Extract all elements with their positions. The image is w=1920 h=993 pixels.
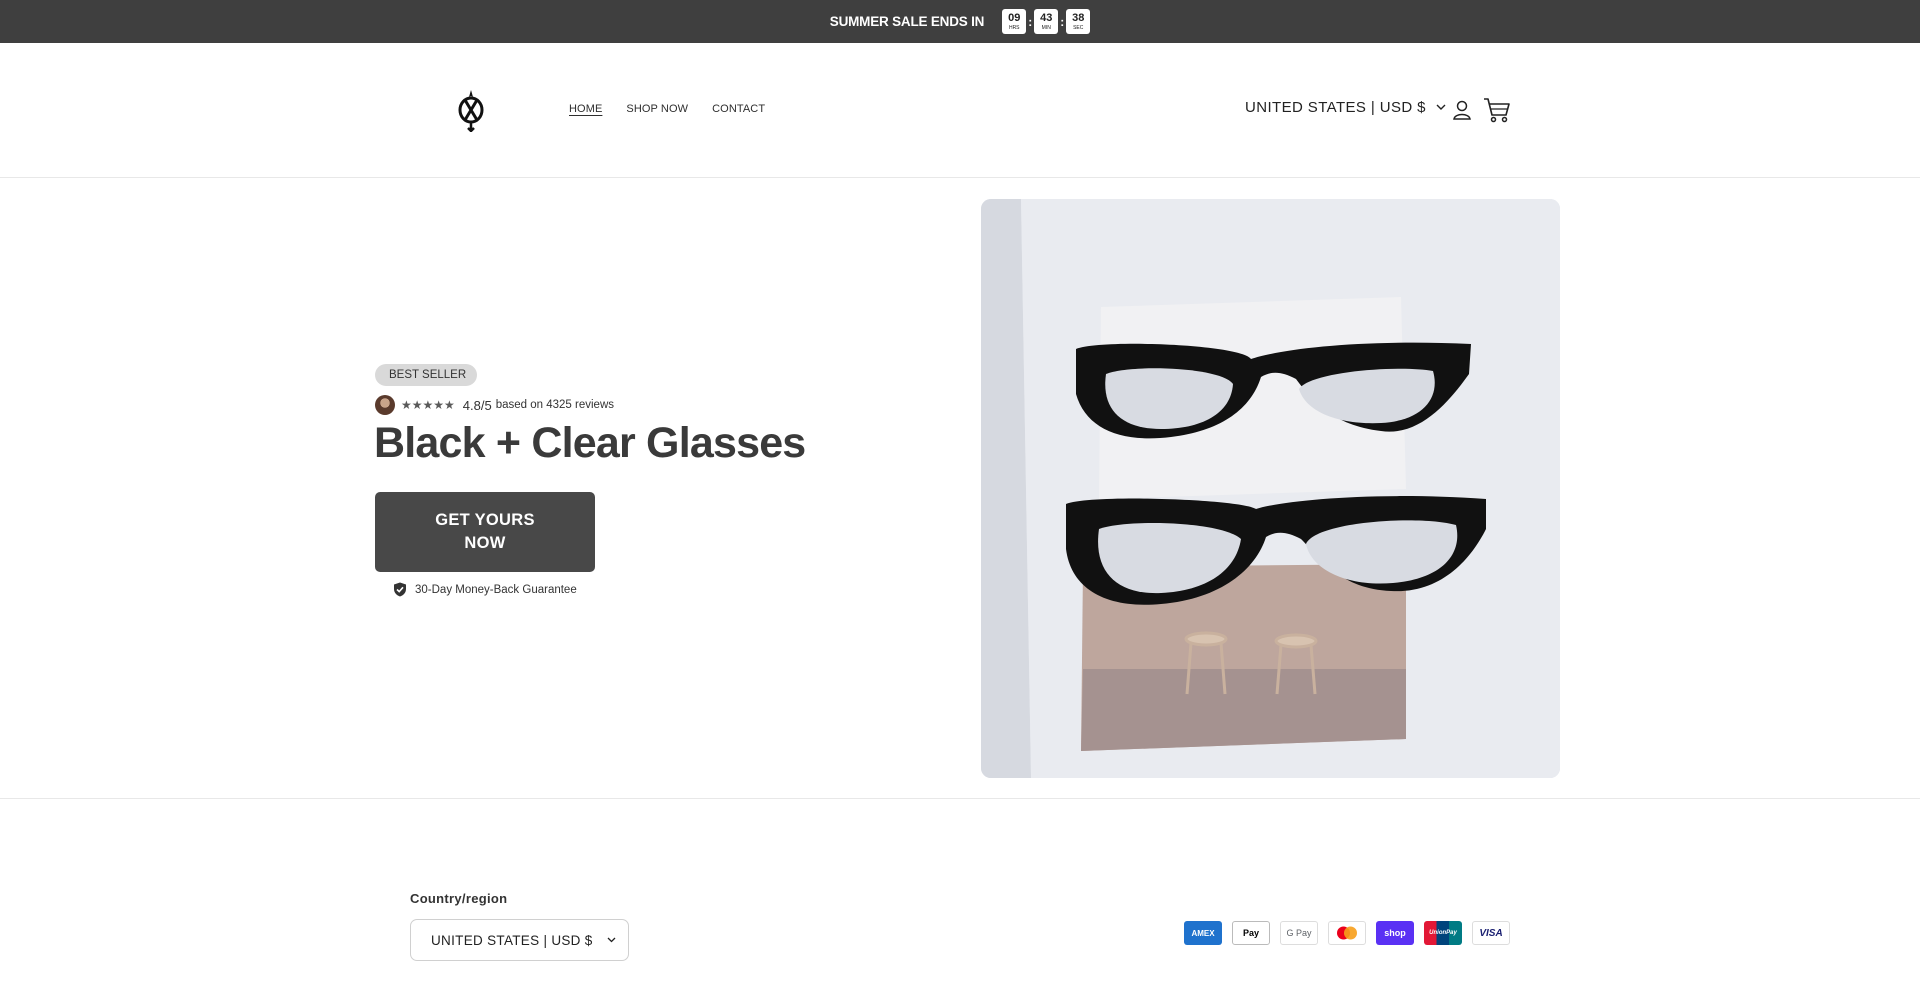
chevron-down-icon: [607, 937, 616, 943]
rating-stars: ★★★★★: [401, 398, 455, 412]
timer-seconds-value: 38: [1072, 11, 1085, 24]
account-icon[interactable]: [1452, 99, 1472, 121]
rating-row: ★★★★★ 4.8/5 based on 4325 reviews: [375, 395, 614, 415]
timer-hours-value: 09: [1008, 11, 1021, 24]
country-region-value: UNITED STATES | USD $: [431, 932, 593, 948]
timer-hours-unit: HRS: [1008, 24, 1020, 31]
brand-logo[interactable]: [455, 88, 487, 132]
best-seller-badge: BEST SELLER: [375, 364, 478, 386]
product-title: Black + Clear Glasses: [374, 419, 806, 467]
timer-minutes-unit: MIN: [1041, 24, 1051, 31]
reviewer-avatar: [375, 395, 395, 415]
locale-selector[interactable]: UNITED STATES | USD $: [1245, 99, 1446, 116]
shop-pay-icon: shop: [1376, 921, 1414, 945]
timer-seconds-unit: SEC: [1073, 24, 1084, 31]
timer-minutes: 43 MIN: [1034, 9, 1059, 34]
review-count: based on 4325 reviews: [495, 399, 614, 411]
nav-home[interactable]: HOME: [569, 103, 602, 115]
get-yours-now-button[interactable]: GET YOURS NOW: [375, 492, 595, 572]
guarantee-note: 30-Day Money-Back Guarantee: [393, 582, 577, 597]
rating-score: 4.8/5: [462, 397, 492, 413]
mastercard-icon: [1328, 921, 1366, 945]
nav-contact[interactable]: CONTACT: [712, 103, 765, 115]
timer-separator: :: [1028, 14, 1033, 29]
timer-seconds: 38 SEC: [1066, 9, 1091, 34]
country-region-label: Country/region: [410, 891, 508, 906]
guarantee-text: 30-Day Money-Back Guarantee: [415, 583, 577, 596]
product-image: [981, 199, 1560, 778]
main-nav: HOME SHOP NOW CONTACT: [569, 103, 765, 115]
badge-label: BEST SELLER: [389, 369, 467, 381]
cart-icon[interactable]: [1483, 97, 1511, 123]
amex-icon: AMEX: [1184, 921, 1222, 945]
cta-line-2: NOW: [464, 534, 506, 552]
country-region-select[interactable]: UNITED STATES | USD $: [410, 919, 629, 961]
announcement-bar: SUMMER SALE ENDS IN 09 HRS : 43 MIN : 38…: [0, 0, 1920, 43]
chevron-down-icon: [1436, 104, 1446, 110]
shield-check-icon: [394, 582, 406, 597]
site-header: HOME SHOP NOW CONTACT UNITED STATES | US…: [0, 43, 1920, 178]
google-pay-icon: G Pay: [1280, 921, 1318, 945]
timer-separator: :: [1060, 14, 1065, 29]
timer-hours: 09 HRS: [1002, 9, 1027, 34]
countdown-timer: 09 HRS : 43 MIN : 38 SEC: [1002, 9, 1091, 34]
visa-icon: VISA: [1472, 921, 1510, 945]
cta-line-1: GET YOURS: [435, 511, 535, 529]
unionpay-icon: UnionPay: [1424, 921, 1462, 945]
announcement-text: SUMMER SALE ENDS IN: [829, 14, 985, 29]
hero-section: BEST SELLER ★★★★★ 4.8/5 based on 4325 re…: [0, 179, 1920, 799]
nav-shop-now[interactable]: SHOP NOW: [626, 103, 688, 115]
timer-minutes-value: 43: [1040, 11, 1053, 24]
apple-pay-icon: Pay: [1232, 921, 1270, 945]
locale-label: UNITED STATES | USD $: [1245, 99, 1426, 116]
payment-icons: AMEX Pay G Pay shop UnionPay VISA: [1184, 921, 1510, 945]
mastercard-circles: [1337, 926, 1357, 940]
